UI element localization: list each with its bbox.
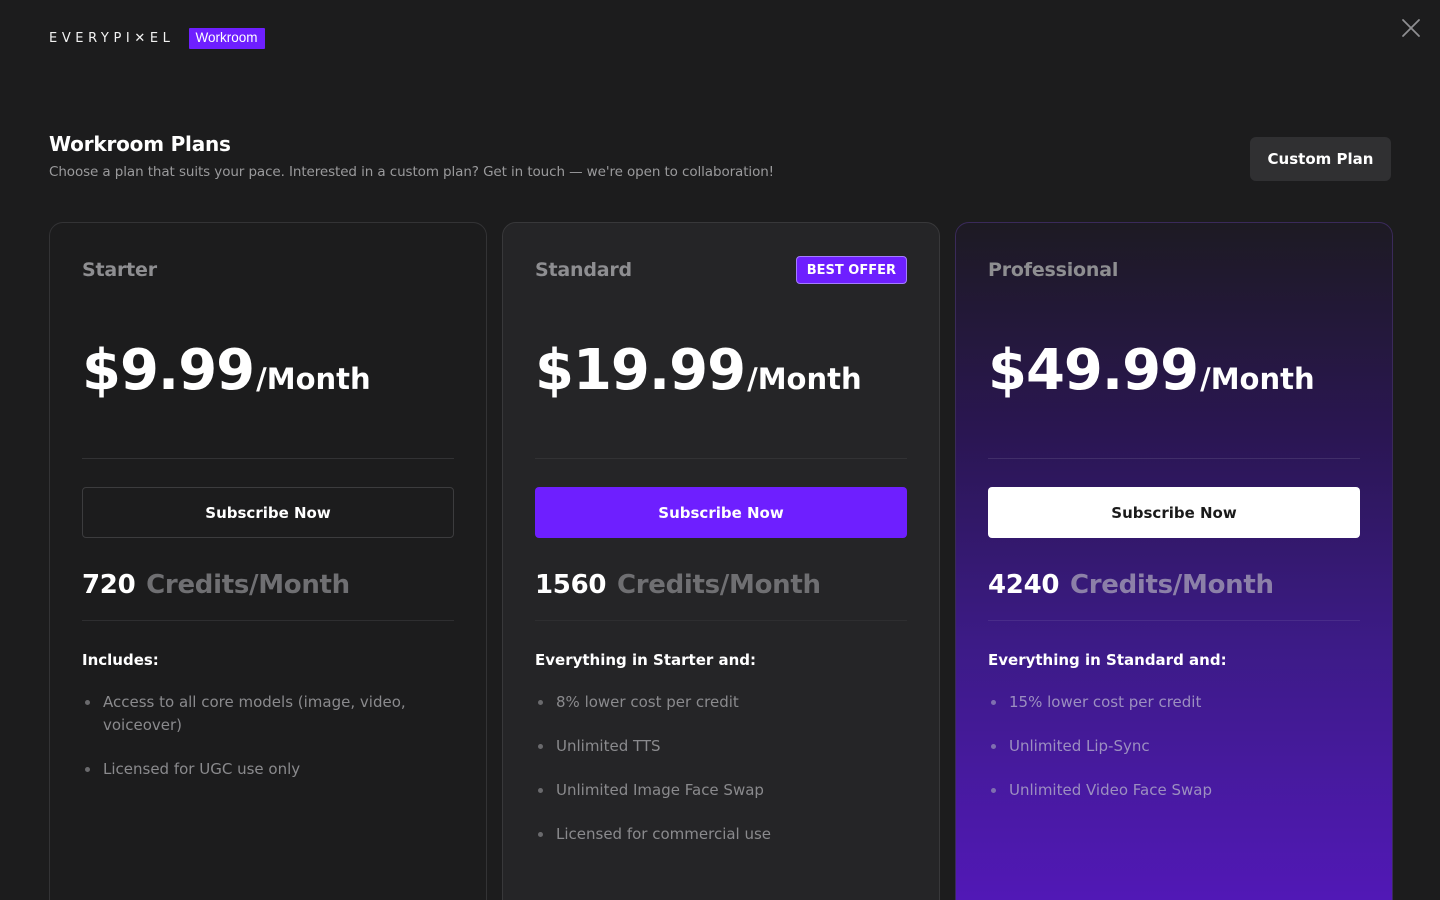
divider bbox=[988, 620, 1360, 621]
page-title: Workroom Plans bbox=[49, 132, 231, 156]
product-badge: Workroom bbox=[188, 28, 265, 49]
price-row: $9.99 /Month bbox=[82, 343, 454, 407]
divider bbox=[82, 458, 454, 459]
list-item: Unlimited Image Face Swap bbox=[535, 779, 907, 802]
plan-price: $49.99 bbox=[988, 338, 1199, 403]
divider bbox=[988, 458, 1360, 459]
credits-amount: 4240 bbox=[988, 570, 1060, 600]
plan-price: $9.99 bbox=[82, 338, 255, 403]
list-item: Licensed for commercial use bbox=[535, 823, 907, 846]
pricing-modal: EVERYPI✕EL Workroom Workroom Plans Choos… bbox=[0, 0, 1440, 900]
subscribe-button-professional[interactable]: Subscribe Now bbox=[988, 487, 1360, 538]
list-item: 15% lower cost per credit bbox=[988, 691, 1360, 714]
brand-wordmark: EVERYPI✕EL bbox=[49, 31, 175, 46]
list-item: Unlimited TTS bbox=[535, 735, 907, 758]
plan-card-starter: Starter $9.99 /Month Subscribe Now 720 C… bbox=[49, 222, 487, 900]
plan-credits: 1560 Credits/Month bbox=[535, 570, 907, 604]
logo: EVERYPI✕EL Workroom bbox=[49, 28, 265, 49]
plan-card-standard: Standard BEST OFFER $19.99 /Month Subscr… bbox=[502, 222, 940, 900]
plan-name: Standard bbox=[535, 258, 632, 281]
card-header: Standard BEST OFFER bbox=[535, 223, 907, 285]
close-button[interactable] bbox=[1400, 17, 1422, 39]
price-row: $19.99 /Month bbox=[535, 343, 907, 407]
card-header: Professional bbox=[988, 223, 1360, 285]
credits-unit: Credits/Month bbox=[146, 570, 350, 600]
best-offer-badge: BEST OFFER bbox=[795, 255, 907, 284]
plan-credits: 4240 Credits/Month bbox=[988, 570, 1360, 604]
divider bbox=[535, 620, 907, 621]
credits-amount: 720 bbox=[82, 570, 136, 600]
divider bbox=[535, 458, 907, 459]
list-item: Unlimited Video Face Swap bbox=[988, 779, 1360, 802]
list-item: Unlimited Lip-Sync bbox=[988, 735, 1360, 758]
subscribe-button-starter[interactable]: Subscribe Now bbox=[82, 487, 454, 538]
plan-cards: Starter $9.99 /Month Subscribe Now 720 C… bbox=[49, 222, 1393, 900]
subscribe-button-standard[interactable]: Subscribe Now bbox=[535, 487, 907, 538]
feature-list: 8% lower cost per credit Unlimited TTS U… bbox=[535, 691, 907, 846]
plan-credits: 720 Credits/Month bbox=[82, 570, 454, 604]
card-header: Starter bbox=[82, 223, 454, 285]
credits-amount: 1560 bbox=[535, 570, 607, 600]
page-subtitle: Choose a plan that suits your pace. Inte… bbox=[49, 164, 774, 180]
feature-list: 15% lower cost per credit Unlimited Lip-… bbox=[988, 691, 1360, 802]
price-period: /Month bbox=[747, 362, 862, 396]
plan-price: $19.99 bbox=[535, 338, 746, 403]
list-item: 8% lower cost per credit bbox=[535, 691, 907, 714]
custom-plan-button[interactable]: Custom Plan bbox=[1250, 137, 1391, 181]
includes-heading: Everything in Starter and: bbox=[535, 651, 757, 669]
credits-unit: Credits/Month bbox=[616, 570, 821, 600]
plan-name: Starter bbox=[82, 258, 157, 281]
title-block: Workroom Plans Choose a plan that suits … bbox=[49, 132, 774, 180]
feature-list: Access to all core models (image, video,… bbox=[82, 691, 454, 781]
price-row: $49.99 /Month bbox=[988, 343, 1360, 407]
plan-name: Professional bbox=[988, 258, 1119, 281]
price-period: /Month bbox=[1200, 362, 1315, 396]
plan-card-professional: Professional $49.99 /Month Subscribe Now… bbox=[955, 222, 1393, 900]
list-item: Access to all core models (image, video,… bbox=[82, 691, 454, 737]
list-item: Licensed for UGC use only bbox=[82, 758, 454, 781]
includes-heading: Includes: bbox=[82, 651, 159, 669]
close-icon bbox=[1402, 19, 1420, 37]
divider bbox=[82, 620, 454, 621]
credits-unit: Credits/Month bbox=[1069, 570, 1274, 600]
price-period: /Month bbox=[256, 362, 371, 396]
includes-heading: Everything in Standard and: bbox=[988, 651, 1227, 669]
